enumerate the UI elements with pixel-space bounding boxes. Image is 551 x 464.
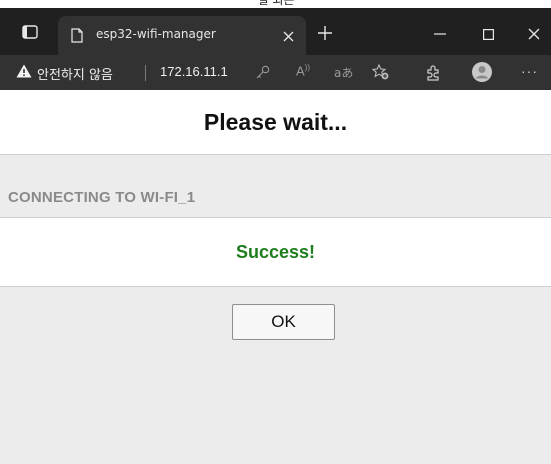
browser-titlebar: esp32-wifi-manager [0,8,551,55]
new-tab-icon[interactable] [314,22,336,44]
security-label[interactable]: 안전하지 않음 [37,64,113,83]
browser-tab[interactable]: esp32-wifi-manager [58,16,306,55]
tab-actions-icon[interactable] [18,22,42,42]
address-bar: 안전하지 않음 172.16.11.1 A)) aあ ··· [0,55,551,90]
profile-icon[interactable] [471,61,493,88]
translate-icon[interactable]: aあ [334,64,353,81]
close-tab-icon[interactable] [280,28,296,44]
warning-icon[interactable] [16,64,32,81]
close-window-icon[interactable] [522,24,546,44]
page-icon [70,27,84,43]
page-content: Please wait... CONNECTING TO WI-FI_1 Suc… [0,90,551,464]
page-title: Please wait... [0,90,551,155]
top-strip: 잘 되는 [0,0,551,8]
address-divider [145,65,146,81]
minimize-icon[interactable] [428,24,452,44]
tab-title: esp32-wifi-manager [96,27,216,41]
partial-caption: 잘 되는 [258,0,295,7]
more-icon[interactable]: ··· [521,63,538,79]
favorites-icon[interactable] [371,63,389,83]
ok-button[interactable]: OK [232,304,335,340]
success-message: Success! [0,217,551,287]
url-field[interactable]: 안전하지 않음 172.16.11.1 A)) aあ [16,60,408,85]
connection-status: CONNECTING TO WI-FI_1 [8,189,196,206]
result-text: Success! [235,241,316,262]
read-aloud-icon[interactable]: A)) [296,63,310,78]
extensions-icon[interactable] [424,64,442,87]
key-icon[interactable] [256,65,270,82]
url-text[interactable]: 172.16.11.1 [160,64,228,79]
maximize-icon[interactable] [476,24,500,44]
